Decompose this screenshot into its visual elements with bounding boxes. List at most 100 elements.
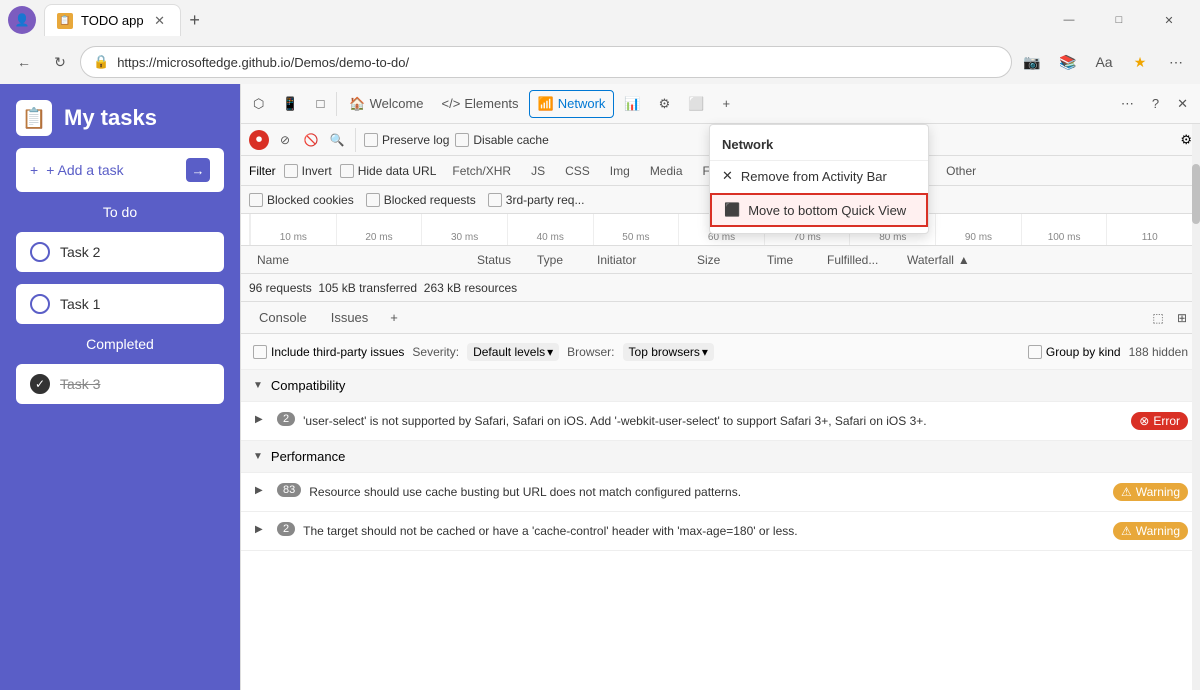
tick-20ms: 20 ms	[336, 214, 422, 245]
filter-tab-css[interactable]: CSS	[557, 162, 598, 180]
preserve-log-check[interactable]	[364, 133, 378, 147]
tab-elements[interactable]: </> Elements	[434, 90, 527, 118]
third-party-checkbox[interactable]: 3rd-party req...	[488, 193, 585, 207]
minimize-button[interactable]: —	[1046, 4, 1092, 36]
devtools-device-button[interactable]: 📱	[274, 90, 306, 118]
clear-console-button[interactable]: ⊞	[1172, 308, 1192, 328]
devtools-scrollbar[interactable]	[1192, 124, 1200, 690]
compatibility-section-header[interactable]: ▼ Compatibility	[241, 370, 1200, 402]
disable-cache-checkbox[interactable]: Disable cache	[455, 133, 548, 147]
hide-data-check[interactable]	[340, 164, 354, 178]
performance-section-header[interactable]: ▼ Performance	[241, 441, 1200, 473]
browser-filter-label: Browser:	[567, 345, 614, 359]
web-capture-icon[interactable]: 📷	[1016, 46, 1048, 78]
browser-dropdown[interactable]: Top browsers ▾	[623, 343, 714, 361]
hide-data-url-checkbox[interactable]: Hide data URL	[340, 164, 437, 178]
tab-add[interactable]: +	[714, 90, 738, 118]
th-type[interactable]: Type	[529, 253, 589, 267]
active-tab[interactable]: 📋 TODO app ✕	[44, 4, 181, 36]
context-menu-title: Network	[710, 129, 928, 161]
favorites-icon[interactable]: ★	[1124, 46, 1156, 78]
maximize-button[interactable]: □	[1096, 4, 1142, 36]
list-item[interactable]: Task 1	[16, 284, 224, 324]
th-time[interactable]: Time	[759, 253, 819, 267]
blocked-cookies-check[interactable]	[249, 193, 263, 207]
new-tab-button[interactable]: +	[181, 6, 209, 34]
hidden-count: 188 hidden	[1129, 345, 1188, 359]
devtools-settings-button[interactable]: ⚙	[1180, 132, 1192, 148]
issue-expand-icon-2[interactable]: ▶	[255, 485, 263, 496]
issue-expand-icon-3[interactable]: ▶	[255, 524, 263, 535]
devtools-search-button[interactable]: □	[309, 90, 333, 118]
tab-console[interactable]: Console	[249, 306, 317, 329]
add-panel-button[interactable]: +	[382, 306, 406, 329]
preserve-log-checkbox[interactable]: Preserve log	[364, 133, 449, 147]
tab-network[interactable]: 📶 Network	[529, 90, 615, 118]
add-task-arrow-icon: →	[186, 158, 210, 182]
tab-issues[interactable]: Issues	[321, 306, 379, 329]
more-tools-button[interactable]: ⋯	[1113, 90, 1142, 118]
filter-tab-media[interactable]: Media	[642, 162, 691, 180]
reload-button[interactable]: ↻	[44, 46, 76, 78]
issue-expand-icon[interactable]: ▶	[255, 414, 263, 425]
devtools-inspect-button[interactable]: ⬡	[245, 90, 272, 118]
disable-cache-check[interactable]	[455, 133, 469, 147]
record-button[interactable]: ⏺	[249, 130, 269, 150]
detach-console-button[interactable]: ⬚	[1148, 308, 1168, 328]
blocked-requests-checkbox[interactable]: Blocked requests	[366, 193, 476, 207]
context-menu-remove[interactable]: ✕ Remove from Activity Bar	[710, 161, 928, 191]
search-network-button[interactable]: 🔍	[327, 130, 347, 150]
issue-badge-count: 2	[277, 412, 295, 426]
issue-text: 'user-select' is not supported by Safari…	[303, 412, 1123, 430]
tab-welcome[interactable]: 🏠 Welcome	[341, 90, 431, 118]
address-bar[interactable]: 🔒 https://microsoftedge.github.io/Demos/…	[80, 46, 1012, 78]
tab-close-button[interactable]: ✕	[152, 13, 168, 29]
close-button[interactable]: ✕	[1146, 4, 1192, 36]
include-third-party-check[interactable]	[253, 345, 267, 359]
include-third-party-checkbox[interactable]: Include third-party issues	[253, 345, 404, 359]
th-status[interactable]: Status	[469, 253, 529, 267]
group-by-kind-checkbox[interactable]: Group by kind	[1028, 345, 1121, 359]
third-party-check[interactable]	[488, 193, 502, 207]
disable-cache-label: Disable cache	[473, 133, 548, 147]
filter-tab-img[interactable]: Img	[602, 162, 638, 180]
th-size[interactable]: Size	[689, 253, 759, 267]
severity-dropdown[interactable]: Default levels ▾	[467, 343, 559, 361]
profile-avatar[interactable]: 👤	[8, 6, 36, 34]
tab-settings-icon[interactable]: ⚙	[651, 90, 679, 118]
add-task-button[interactable]: + + Add a task →	[16, 148, 224, 192]
tab-performance[interactable]: 📊	[616, 90, 648, 118]
invert-check[interactable]	[284, 164, 298, 178]
blocked-cookies-checkbox[interactable]: Blocked cookies	[249, 193, 354, 207]
performance-title: Performance	[271, 449, 345, 464]
invert-label: Invert	[302, 164, 332, 178]
read-aloud-icon[interactable]: Aa	[1088, 46, 1120, 78]
th-waterfall[interactable]: Waterfall ▲	[899, 253, 1192, 267]
invert-checkbox[interactable]: Invert	[284, 164, 332, 178]
devtools-close-button[interactable]: ✕	[1169, 90, 1196, 118]
error-tag: ⊗ Error	[1131, 412, 1188, 430]
back-button[interactable]: ←	[8, 46, 40, 78]
th-name[interactable]: Name	[249, 253, 469, 267]
group-by-kind-check[interactable]	[1028, 345, 1042, 359]
stop-recording-button[interactable]: ⊘	[275, 130, 295, 150]
collections-icon[interactable]: 📚	[1052, 46, 1084, 78]
filter-tab-other[interactable]: Other	[938, 162, 984, 180]
th-initiator[interactable]: Initiator	[589, 253, 689, 267]
task-2-label: Task 2	[60, 244, 100, 260]
clear-log-button[interactable]: 🚫	[301, 130, 321, 150]
tick-10ms: 10 ms	[250, 214, 336, 245]
tick-40ms: 40 ms	[507, 214, 593, 245]
context-menu-move-bottom[interactable]: ⬛ Move to bottom Quick View	[710, 193, 928, 227]
list-item[interactable]: ✓ Task 3	[16, 364, 224, 404]
filter-tab-fetchxhr[interactable]: Fetch/XHR	[444, 162, 519, 180]
filter-tab-js[interactable]: JS	[523, 162, 553, 180]
scrollbar-thumb[interactable]	[1192, 164, 1200, 224]
sidebar-header: 📋 My tasks	[16, 100, 224, 136]
blocked-requests-check[interactable]	[366, 193, 380, 207]
th-fulfilled[interactable]: Fulfilled...	[819, 253, 899, 267]
more-menu-icon[interactable]: ⋯	[1160, 46, 1192, 78]
help-button[interactable]: ?	[1144, 90, 1167, 118]
list-item[interactable]: Task 2	[16, 232, 224, 272]
tab-device-icon[interactable]: ⬜	[680, 90, 712, 118]
